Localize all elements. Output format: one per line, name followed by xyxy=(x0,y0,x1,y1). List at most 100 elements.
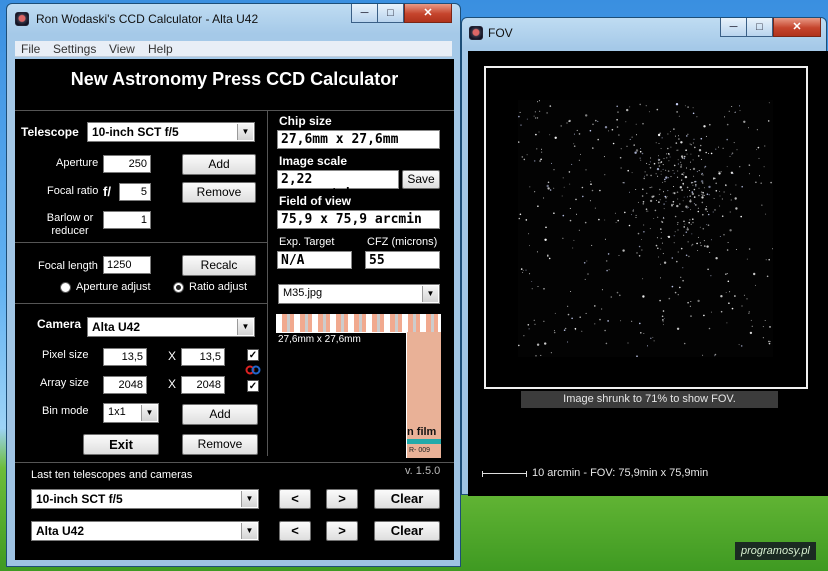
star xyxy=(681,173,683,175)
star xyxy=(761,204,763,206)
maximize-button[interactable]: □ xyxy=(377,4,404,23)
star xyxy=(672,200,675,203)
menu-bar: File Settings View Help xyxy=(15,41,452,57)
star xyxy=(757,146,760,149)
star xyxy=(708,194,710,196)
recalc-button[interactable]: Recalc xyxy=(182,255,256,276)
recent-telescope-select[interactable]: 10-inch SCT f/5 ▼ xyxy=(31,489,259,509)
menu-settings[interactable]: Settings xyxy=(53,42,96,56)
telescope-select[interactable]: 10-inch SCT f/5 ▼ xyxy=(87,122,255,142)
recent-telescope-prev-button[interactable]: < xyxy=(279,489,311,509)
chevron-down-icon[interactable]: ▼ xyxy=(241,523,257,539)
camera-select[interactable]: Alta U42 ▼ xyxy=(87,317,255,337)
star xyxy=(725,184,727,186)
star xyxy=(687,301,689,304)
star xyxy=(718,146,719,148)
focal-ratio-label: Focal ratio xyxy=(47,185,99,197)
star xyxy=(699,242,701,244)
star xyxy=(549,134,551,136)
chevron-down-icon[interactable]: ▼ xyxy=(141,405,157,421)
star xyxy=(673,128,675,130)
star xyxy=(580,153,581,155)
fov-close-button[interactable]: ✕ xyxy=(773,18,821,37)
star xyxy=(695,185,697,187)
minimize-button[interactable]: ─ xyxy=(351,4,378,23)
bin-mode-select[interactable]: 1x1 ▼ xyxy=(103,403,159,423)
focal-ratio-input[interactable]: 5 xyxy=(119,183,151,201)
menu-file[interactable]: File xyxy=(21,42,40,56)
divider xyxy=(15,303,267,304)
star xyxy=(768,340,770,343)
telescope-add-button[interactable]: Add xyxy=(182,154,256,175)
star xyxy=(567,341,569,343)
star xyxy=(660,228,662,230)
star xyxy=(604,238,606,240)
recent-camera-next-button[interactable]: > xyxy=(326,521,358,541)
recent-camera-select[interactable]: Alta U42 ▼ xyxy=(31,521,259,541)
star xyxy=(728,302,730,304)
recent-camera-prev-button[interactable]: < xyxy=(279,521,311,541)
recent-telescope-clear-button[interactable]: Clear xyxy=(374,489,440,509)
menu-view[interactable]: View xyxy=(109,42,135,56)
image-file-select[interactable]: M35.jpg ▼ xyxy=(278,284,440,304)
chevron-down-icon[interactable]: ▼ xyxy=(422,286,438,302)
camera-remove-button[interactable]: Remove xyxy=(182,434,258,455)
chevron-down-icon[interactable]: ▼ xyxy=(237,319,253,335)
fov-maximize-button[interactable]: □ xyxy=(746,18,773,37)
star xyxy=(574,327,577,330)
chevron-down-icon[interactable]: ▼ xyxy=(241,491,257,507)
fov-titlebar[interactable]: FOV ─ □ ✕ xyxy=(462,18,826,48)
star xyxy=(659,188,661,191)
app-heading: New Astronomy Press CCD Calculator xyxy=(70,69,399,89)
aperture-input[interactable]: 250 xyxy=(103,155,151,173)
exit-button[interactable]: Exit xyxy=(83,434,159,455)
array-size-lock-checkbox[interactable]: ✓ xyxy=(247,380,259,392)
aperture-adjust-radio[interactable] xyxy=(60,282,71,293)
star xyxy=(661,221,664,223)
recent-camera-clear-button[interactable]: Clear xyxy=(374,521,440,541)
star xyxy=(582,195,584,198)
telescope-remove-button[interactable]: Remove xyxy=(182,182,256,203)
pixel-size-y-input[interactable]: 13,5 xyxy=(181,348,225,366)
camera-add-button[interactable]: Add xyxy=(182,404,258,425)
save-button[interactable]: Save xyxy=(402,170,440,189)
star xyxy=(544,342,547,345)
cfz-value: 55 xyxy=(365,251,440,269)
star xyxy=(729,229,732,232)
star xyxy=(751,325,753,327)
star xyxy=(533,319,535,321)
array-size-y-input[interactable]: 2048 xyxy=(181,376,225,394)
calculator-titlebar[interactable]: Ron Wodaski's CCD Calculator - Alta U42 … xyxy=(7,4,460,34)
star xyxy=(597,120,599,122)
star xyxy=(689,305,691,307)
star xyxy=(726,249,729,251)
star xyxy=(720,171,722,173)
field-of-view-value: 75,9 x 75,9 arcmin xyxy=(277,210,440,229)
close-button[interactable]: ✕ xyxy=(404,4,452,23)
menu-help[interactable]: Help xyxy=(148,42,173,56)
star xyxy=(681,157,684,159)
ratio-adjust-radio[interactable] xyxy=(173,282,184,293)
star xyxy=(664,181,666,183)
recent-telescope-value: 10-inch SCT f/5 xyxy=(36,492,123,506)
fov-app-icon xyxy=(469,26,483,40)
recent-telescope-next-button[interactable]: > xyxy=(326,489,358,509)
star xyxy=(659,199,661,201)
star xyxy=(619,294,621,297)
star xyxy=(709,252,711,253)
focal-length-input[interactable]: 1250 xyxy=(103,256,151,274)
star xyxy=(728,110,730,112)
star xyxy=(766,275,769,278)
star xyxy=(614,212,616,214)
chevron-down-icon[interactable]: ▼ xyxy=(237,124,253,140)
star xyxy=(760,182,762,184)
star xyxy=(595,119,597,122)
array-size-x-input[interactable]: 2048 xyxy=(103,376,147,394)
pixel-size-lock-checkbox[interactable]: ✓ xyxy=(247,349,259,361)
barlow-input[interactable]: 1 xyxy=(103,211,151,229)
pixel-size-x-input[interactable]: 13,5 xyxy=(103,348,147,366)
fov-minimize-button[interactable]: ─ xyxy=(720,18,747,37)
star xyxy=(571,317,573,320)
star xyxy=(566,122,568,124)
star xyxy=(756,129,758,131)
